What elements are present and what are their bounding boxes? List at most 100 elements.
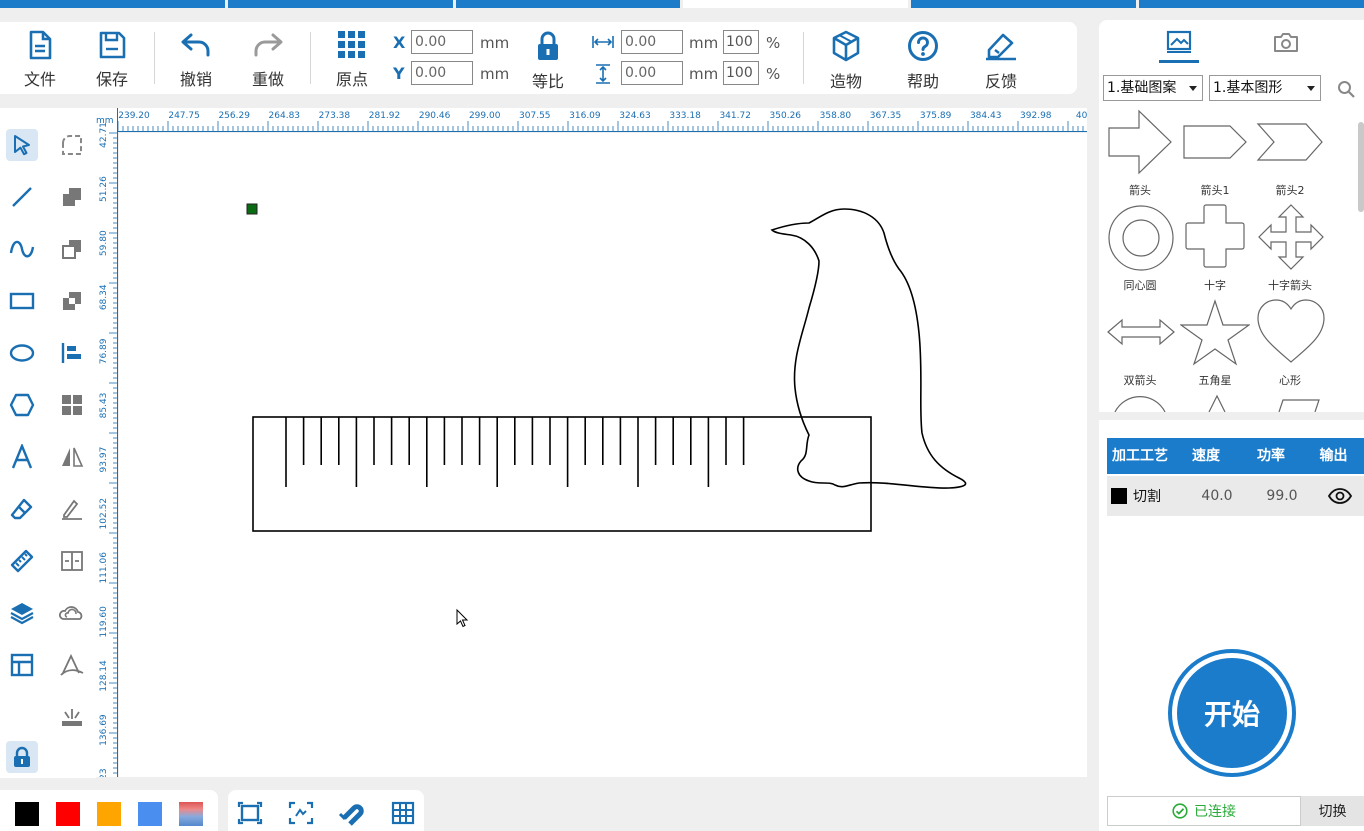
process-row-cut[interactable]: 切割 40.0 99.0 [1107, 476, 1364, 516]
width-input[interactable]: 0.00 [621, 30, 683, 54]
tab-image-library[interactable] [1159, 26, 1199, 58]
shape-star[interactable]: 五角星 [1179, 298, 1251, 388]
library-scrollbar[interactable] [1358, 122, 1364, 212]
shape-label: 箭头 [1129, 184, 1151, 197]
ellipse-icon [9, 344, 35, 362]
array-tool[interactable] [56, 389, 88, 421]
y-input[interactable]: 0.00 [411, 61, 473, 85]
ruler-tick-label: 119.60 [99, 606, 109, 638]
width-percent-input[interactable]: 100 [723, 30, 759, 54]
shape-heart[interactable]: 心形 [1254, 298, 1326, 388]
x-input[interactable]: 0.00 [411, 30, 473, 54]
curve-tool[interactable] [6, 233, 38, 265]
laser-tool[interactable] [56, 701, 88, 733]
tab-camera[interactable] [1266, 26, 1306, 58]
line-tool[interactable] [6, 181, 38, 213]
pen-path-tool[interactable] [56, 649, 88, 681]
node-edit-tool[interactable] [56, 129, 88, 161]
subcategory-select[interactable]: 1.基本图形 [1209, 75, 1321, 101]
shape-cross-arrow[interactable]: 十字箭头 [1254, 203, 1326, 293]
penguin-outline[interactable] [770, 208, 967, 489]
ruler-tick-label: 51.26 [99, 176, 109, 202]
design-canvas[interactable] [119, 133, 1087, 777]
shape-concentric-circle[interactable]: 同心圆 [1104, 203, 1176, 293]
blue-swatch[interactable] [138, 802, 162, 826]
height-percent-input[interactable]: 100 [723, 61, 759, 85]
eraser-icon [10, 498, 33, 520]
shape-cross[interactable]: 十字 [1179, 203, 1251, 293]
eraser-tool[interactable] [6, 493, 38, 525]
polygon-tool[interactable] [6, 389, 38, 421]
x-unit: mm [480, 34, 510, 52]
layers-tool[interactable] [6, 597, 38, 629]
fit-frame-icon [237, 801, 263, 825]
shape-arrow[interactable]: 箭头 [1104, 108, 1176, 198]
ruler-shape[interactable] [252, 416, 872, 532]
toolbar-divider [310, 32, 311, 84]
y-unit: mm [480, 65, 510, 83]
header-speed: 速度 [1192, 448, 1220, 464]
subtract-tool[interactable] [56, 233, 88, 265]
rectangle-tool[interactable] [6, 285, 38, 317]
text-tool[interactable] [6, 441, 38, 473]
search-icon[interactable] [1337, 80, 1355, 98]
origin-button[interactable]: 原点 [324, 28, 380, 90]
ruler-tick-label: 128.14 [99, 660, 109, 692]
cross-arrow-icon [1258, 204, 1324, 270]
build-button[interactable]: 造物 [818, 28, 874, 91]
shape-arrow-1[interactable]: 箭头1 [1179, 108, 1251, 198]
process-power[interactable]: 99.0 [1249, 488, 1315, 504]
switch-device-button[interactable]: 切换 [1301, 796, 1364, 826]
output-visibility-toggle[interactable] [1315, 488, 1364, 504]
snap-magnet-button[interactable] [336, 798, 366, 828]
shape-double-arrow[interactable]: 双箭头 [1104, 298, 1176, 388]
ellipse-tool[interactable] [6, 337, 38, 369]
fit-selection-button[interactable] [286, 798, 316, 828]
split-icon [61, 551, 83, 571]
start-button[interactable]: 开始 [1168, 649, 1296, 777]
fit-view-button[interactable] [235, 798, 265, 828]
intersect-tool[interactable] [56, 285, 88, 317]
split-tool[interactable] [56, 545, 88, 577]
align-left-tool[interactable] [56, 337, 88, 369]
orange-swatch[interactable] [97, 802, 121, 826]
toolbar-divider [803, 32, 804, 84]
horizontal-ruler: 239.20 247.75 256.29 264.83 273.38 281.92 290.… [118, 108, 1087, 132]
grid-toggle-button[interactable] [388, 798, 418, 828]
origin-marker[interactable] [246, 203, 258, 215]
ruler-tool[interactable] [6, 545, 38, 577]
union-tool[interactable] [56, 181, 88, 213]
category-select[interactable]: 1.基础图案 [1103, 75, 1203, 101]
mirror-tool[interactable] [56, 441, 88, 473]
more-colors-swatch[interactable] [179, 802, 203, 826]
layout-tool[interactable] [6, 649, 38, 681]
sign-tool[interactable] [56, 493, 88, 525]
process-speed[interactable]: 40.0 [1185, 488, 1249, 504]
redo-button[interactable]: 重做 [240, 28, 296, 90]
undo-button[interactable]: 撤销 [168, 28, 224, 90]
ruler-tick-label: 307.55 [519, 111, 551, 121]
red-swatch[interactable] [56, 802, 80, 826]
feedback-button[interactable]: 反馈 [973, 28, 1029, 91]
file-button[interactable]: 文件 [12, 28, 68, 90]
grid-icon [391, 801, 415, 825]
camera-icon [1274, 33, 1298, 52]
redo-icon [254, 33, 283, 57]
lock-canvas-toggle[interactable] [6, 741, 38, 773]
help-button[interactable]: 帮助 [895, 28, 951, 91]
shape-arrow-2[interactable]: 箭头2 [1254, 108, 1326, 198]
select-tool[interactable] [6, 129, 38, 161]
subtract-icon [62, 240, 81, 259]
arrow-shape-icon [1108, 109, 1172, 175]
height-input[interactable]: 0.00 [621, 61, 683, 85]
save-button[interactable]: 保存 [84, 28, 140, 90]
shape-label: 箭头1 [1200, 184, 1230, 197]
width-icon [592, 36, 614, 48]
ruler-tick-label: 239.20 [118, 111, 150, 121]
black-swatch[interactable] [15, 802, 39, 826]
outline-tool[interactable] [56, 597, 88, 629]
grid-array-icon [62, 395, 82, 415]
lock-ratio-button[interactable]: 等比 [520, 28, 576, 91]
curve-icon [9, 240, 35, 258]
chevron-down-icon [1189, 86, 1197, 91]
